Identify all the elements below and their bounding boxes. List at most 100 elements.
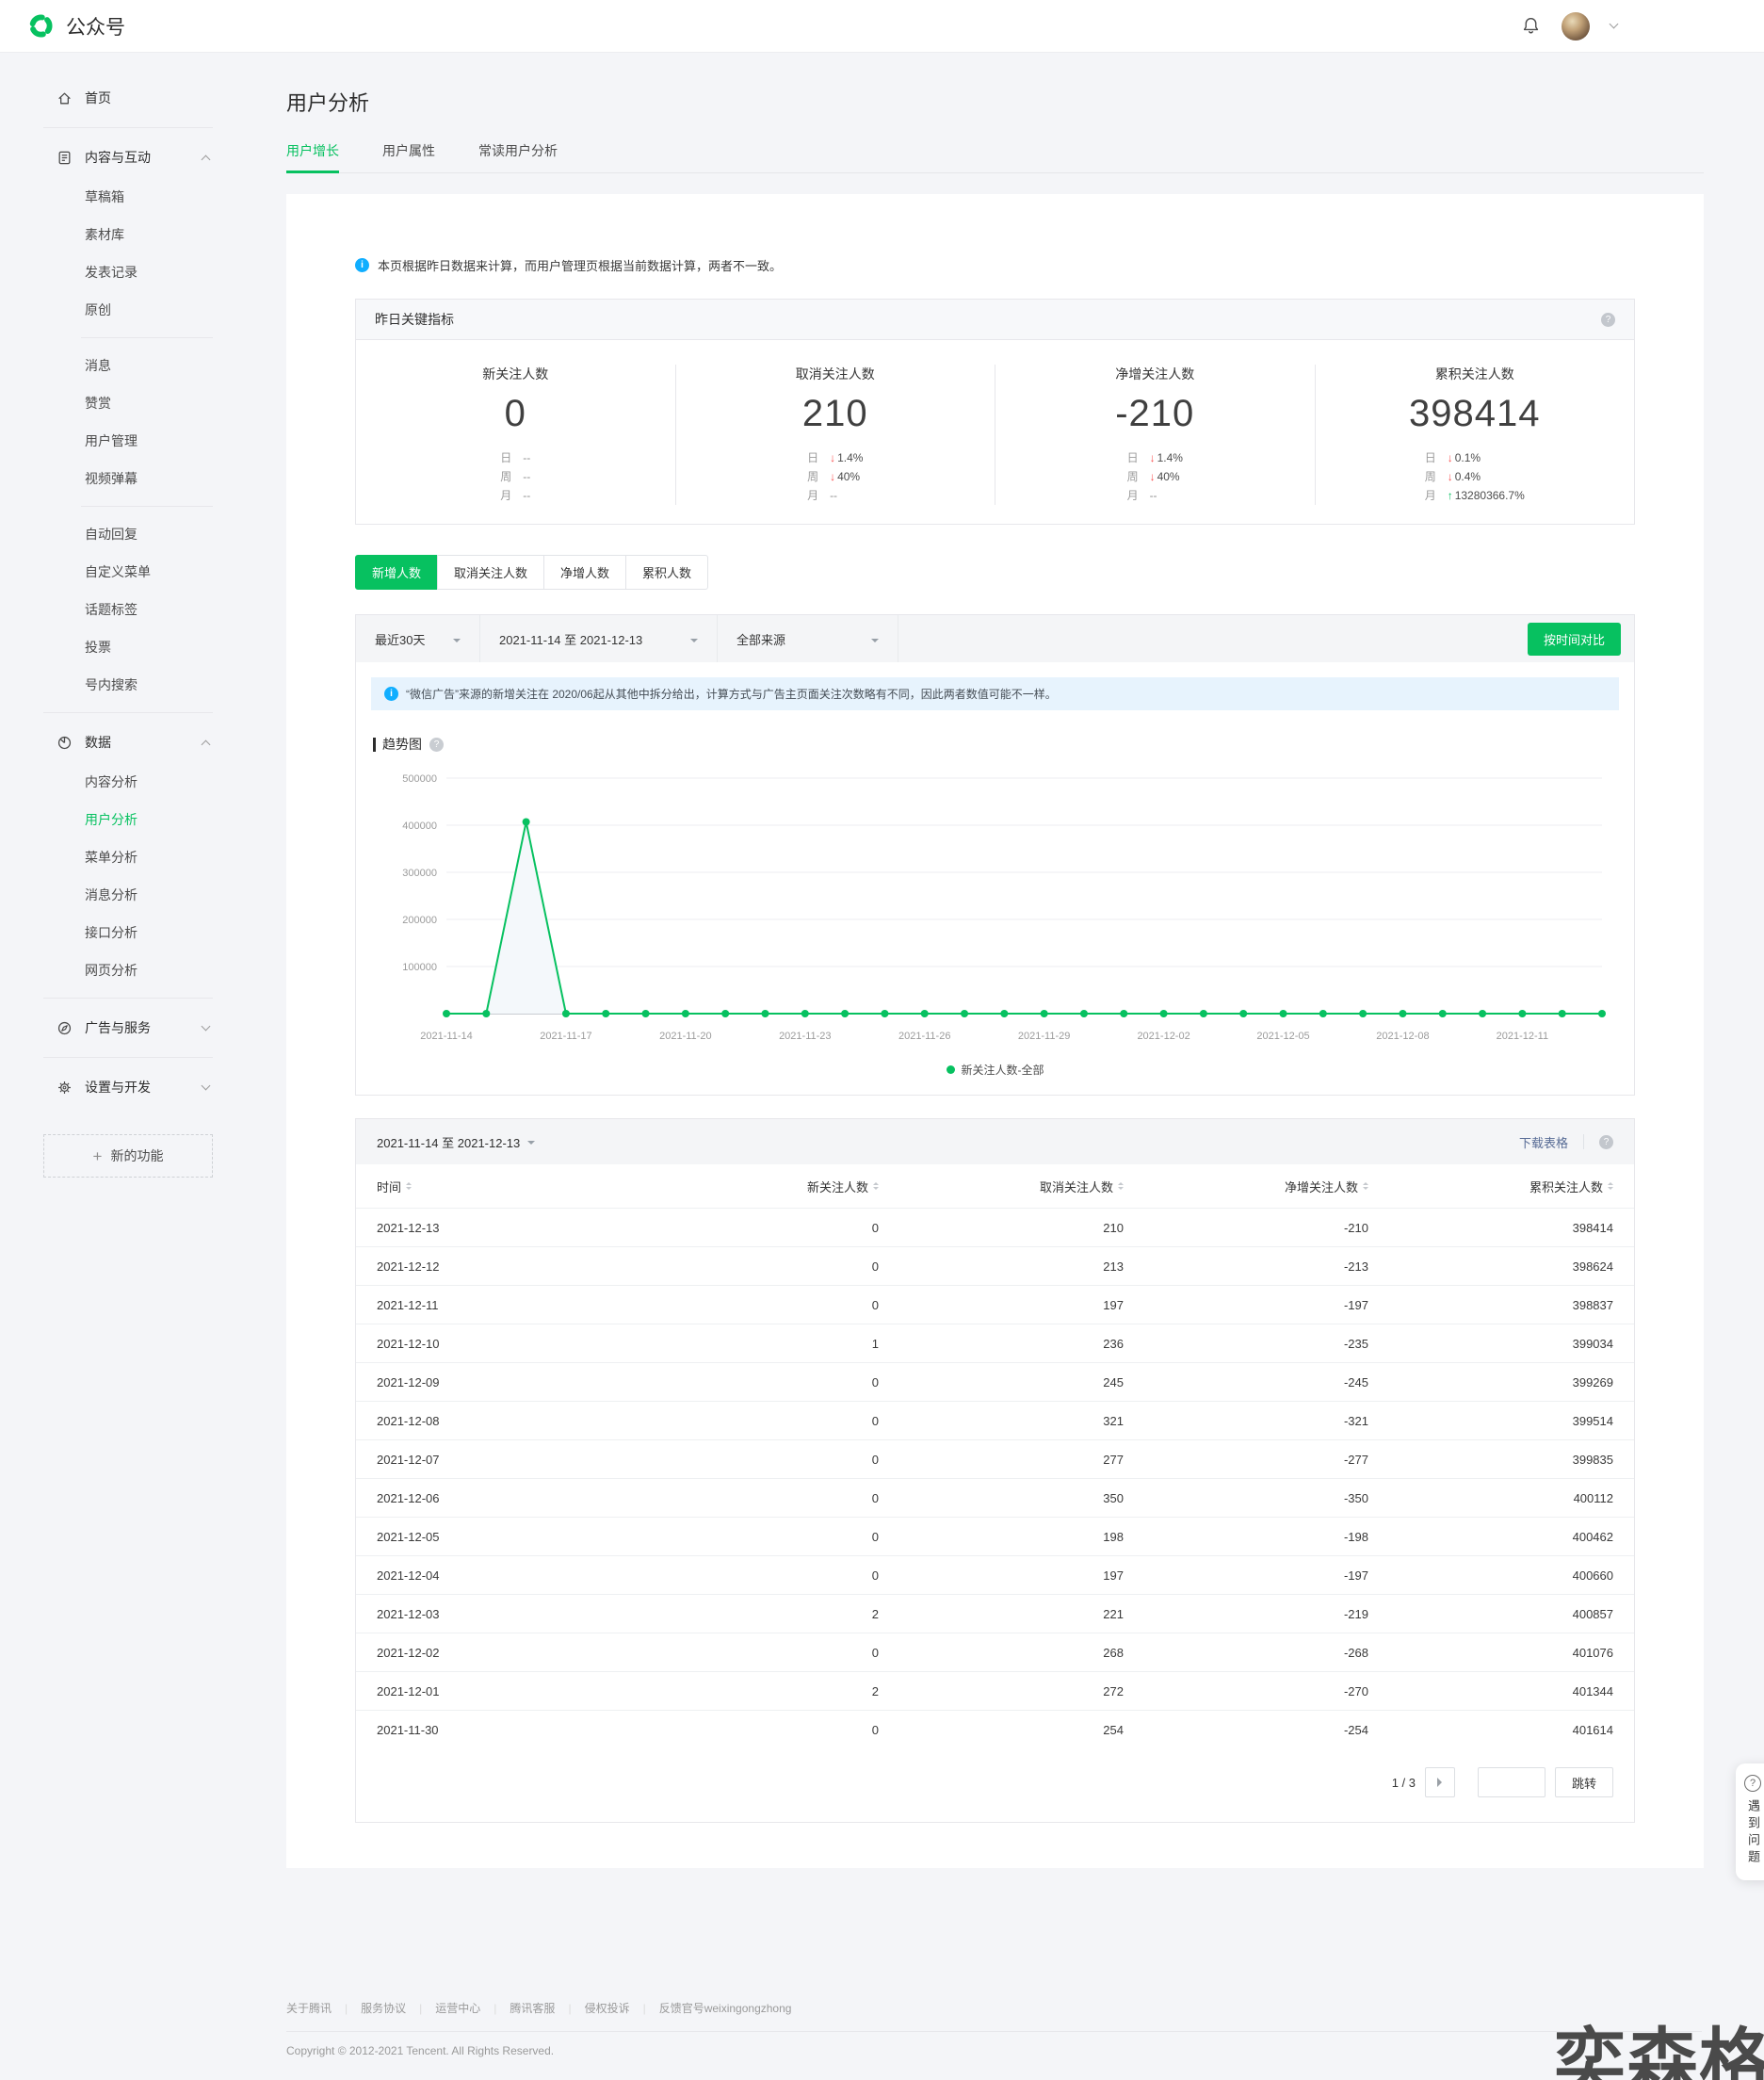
wechat-mp-logo-icon (26, 11, 56, 41)
cell-date: 2021-12-11 (377, 1298, 634, 1312)
sidebar-item-data[interactable]: 数据 (0, 722, 247, 763)
chart-point (801, 1010, 809, 1017)
layout: 首页内容与互动草稿箱素材库发表记录原创消息赞赏用户管理视频弹幕自动回复自定义菜单… (0, 53, 1764, 1868)
cell-value: -213 (1124, 1259, 1368, 1274)
sidebar-item-auto-reply[interactable]: 自动回复 (0, 515, 247, 553)
sidebar-item-settings-dev[interactable]: 设置与开发 (0, 1066, 247, 1108)
sidebar-item-api-analysis[interactable]: 接口分析 (0, 914, 247, 951)
arrow-down-icon: ↓ (1150, 470, 1156, 483)
chart-point (562, 1010, 570, 1017)
footer-link[interactable]: 关于腾讯 (286, 2000, 332, 2016)
trend-tab-unfollow-count[interactable]: 取消关注人数 (437, 555, 544, 590)
compass-icon (57, 1020, 73, 1036)
cell-value: 400112 (1368, 1491, 1613, 1505)
chart-point (721, 1010, 729, 1017)
tab-user-attributes[interactable]: 用户属性 (382, 141, 435, 172)
sidebar-item-video-danmu[interactable]: 视频弹幕 (0, 460, 247, 497)
brand[interactable]: 公众号 (26, 11, 125, 41)
table-row: 2021-12-040197-197400660 (356, 1555, 1634, 1594)
help-icon[interactable] (429, 738, 444, 752)
sidebar-item-custom-menu[interactable]: 自定义菜单 (0, 553, 247, 591)
chart-point (921, 1010, 929, 1017)
sidebar-item-appreciation[interactable]: 赞赏 (0, 384, 247, 422)
help-icon[interactable] (1599, 1135, 1613, 1149)
footer-link[interactable]: 侵权投诉 (585, 2000, 630, 2016)
sidebar-item-messages[interactable]: 消息 (0, 347, 247, 384)
svg-text:300000: 300000 (402, 868, 437, 879)
footer-link[interactable]: 反馈官号weixingongzhong (659, 2000, 792, 2016)
table-date-range-dropdown[interactable]: 2021-11-14 至 2021-12-13 (377, 1133, 535, 1151)
page-jump-input[interactable] (1478, 1767, 1546, 1797)
trend-tab-cumulative-count[interactable]: 累积人数 (625, 555, 708, 590)
tab-regular-readers[interactable]: 常读用户分析 (478, 141, 558, 172)
sidebar-item-user-management[interactable]: 用户管理 (0, 422, 247, 460)
filter-date-range[interactable]: 2021-11-14 至 2021-12-13 (480, 615, 718, 662)
chart-point (523, 819, 530, 826)
cell-value: 197 (879, 1568, 1124, 1583)
sidebar-item-content-analysis[interactable]: 内容分析 (0, 763, 247, 801)
cell-value: 400660 (1368, 1568, 1613, 1583)
sidebar-divider (43, 712, 213, 713)
footer-link[interactable]: 运营中心 (435, 2000, 480, 2016)
sidebar-item-menu-analysis[interactable]: 菜单分析 (0, 838, 247, 876)
notification-bell-icon[interactable] (1521, 16, 1541, 36)
sidebar-item-home[interactable]: 首页 (0, 77, 247, 119)
sidebar-item-message-analysis[interactable]: 消息分析 (0, 876, 247, 914)
trend-section-title: 趋势图 (382, 735, 422, 754)
table-column-header[interactable]: 取消关注人数 (879, 1178, 1124, 1195)
cell-date: 2021-12-13 (377, 1221, 634, 1235)
sidebar-item-user-analysis[interactable]: 用户分析 (0, 801, 247, 838)
table-column-header[interactable]: 新关注人数 (634, 1178, 879, 1195)
help-icon[interactable] (1601, 313, 1615, 327)
new-feature-button[interactable]: 新的功能 (43, 1134, 213, 1178)
next-page-button[interactable] (1425, 1767, 1455, 1797)
footer-link[interactable]: 腾讯客服 (510, 2000, 555, 2016)
cell-date: 2021-12-01 (377, 1684, 634, 1698)
chevron-down-icon[interactable] (1610, 20, 1619, 29)
table-row: 2021-12-032221-219400857 (356, 1594, 1634, 1633)
chart-point (1280, 1010, 1287, 1017)
sidebar-item-original[interactable]: 原创 (0, 291, 247, 329)
header-right (1521, 12, 1738, 41)
trend-tab-new-count[interactable]: 新增人数 (355, 555, 438, 590)
trend-tab-net-count[interactable]: 净增人数 (543, 555, 626, 590)
column-label: 新关注人数 (807, 1178, 868, 1195)
user-avatar[interactable] (1562, 12, 1590, 41)
metric-net-growth: 净增关注人数-210日↓1.4%周↓40%月-- (995, 365, 1316, 505)
chart-legend[interactable]: 新关注人数-全部 (356, 1054, 1634, 1095)
table-column-header[interactable]: 累积关注人数 (1368, 1178, 1613, 1195)
sidebar-item-webpage-analysis[interactable]: 网页分析 (0, 951, 247, 989)
sidebar-item-content-interaction[interactable]: 内容与互动 (0, 137, 247, 178)
filter-source[interactable]: 全部来源 (718, 615, 898, 662)
stat-value: 1.4% (837, 451, 863, 464)
page-jump-button[interactable]: 跳转 (1555, 1767, 1613, 1797)
svg-text:2021-11-26: 2021-11-26 (898, 1031, 950, 1042)
download-table-link[interactable]: 下载表格 (1519, 1133, 1568, 1151)
table-row: 2021-12-080321-321399514 (356, 1401, 1634, 1439)
footer-link[interactable]: 服务协议 (361, 2000, 406, 2016)
cell-value: 236 (879, 1337, 1124, 1351)
sidebar-item-media-library[interactable]: 素材库 (0, 216, 247, 253)
stat-period-label: 周 (1425, 467, 1448, 486)
cell-value: 401614 (1368, 1723, 1613, 1737)
help-float-widget[interactable]: 遇到问题 (1736, 1763, 1764, 1880)
table-column-header[interactable]: 净增关注人数 (1124, 1178, 1368, 1195)
sidebar-item-in-account-search[interactable]: 号内搜索 (0, 666, 247, 704)
footer-link-separator: | (568, 2002, 571, 2015)
sidebar-item-votes[interactable]: 投票 (0, 628, 247, 666)
sidebar-item-ads-services[interactable]: 广告与服务 (0, 1007, 247, 1048)
compare-by-time-button[interactable]: 按时间对比 (1528, 623, 1621, 656)
cell-value: 400462 (1368, 1530, 1613, 1544)
sidebar-item-topic-tags[interactable]: 话题标签 (0, 591, 247, 628)
chart-point (1319, 1010, 1327, 1017)
metric-value: 398414 (1316, 393, 1635, 435)
metric-value: -210 (995, 393, 1315, 435)
sidebar-item-drafts[interactable]: 草稿箱 (0, 178, 247, 216)
table-column-header[interactable]: 时间 (377, 1178, 634, 1195)
sidebar-item-publish-records[interactable]: 发表记录 (0, 253, 247, 291)
caret-down-icon (527, 1141, 535, 1148)
tab-user-growth[interactable]: 用户增长 (286, 141, 339, 172)
filter-time-range-preset[interactable]: 最近30天 (356, 615, 480, 662)
sidebar-divider (43, 998, 213, 999)
stat-period-label: 月 (1127, 486, 1150, 505)
